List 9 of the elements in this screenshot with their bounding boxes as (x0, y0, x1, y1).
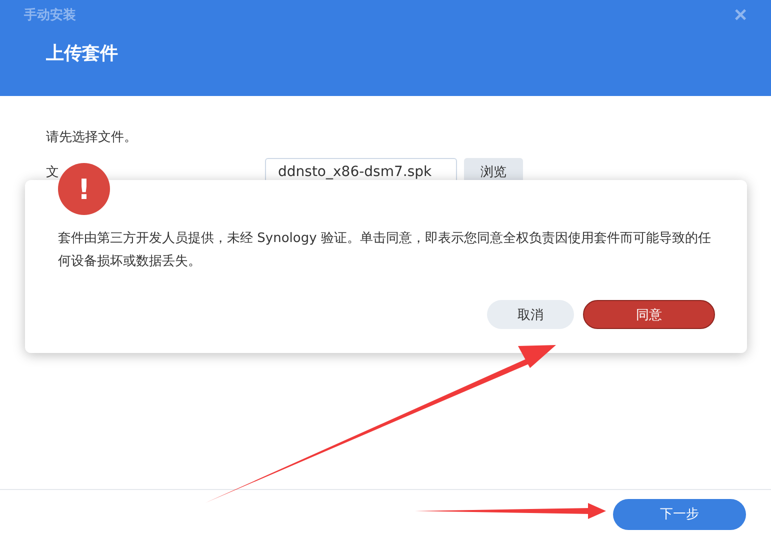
window-title: 手动安装 (24, 6, 76, 24)
instruction-text: 请先选择文件。 (46, 129, 138, 146)
alert-icon: ! (58, 163, 110, 215)
page-title: 上传套件 (46, 42, 119, 65)
agree-button[interactable]: 同意 (583, 300, 715, 329)
next-button[interactable]: 下一步 (613, 498, 746, 530)
file-label: 文 (46, 164, 60, 181)
alert-message: 套件由第三方开发人员提供，未经 Synology 验证。单击同意，即表示您同意全权负责因使用套件而可能导致的任何设备损坏或数据丢失。 (58, 230, 712, 271)
cancel-button[interactable]: 取消 (487, 300, 574, 329)
